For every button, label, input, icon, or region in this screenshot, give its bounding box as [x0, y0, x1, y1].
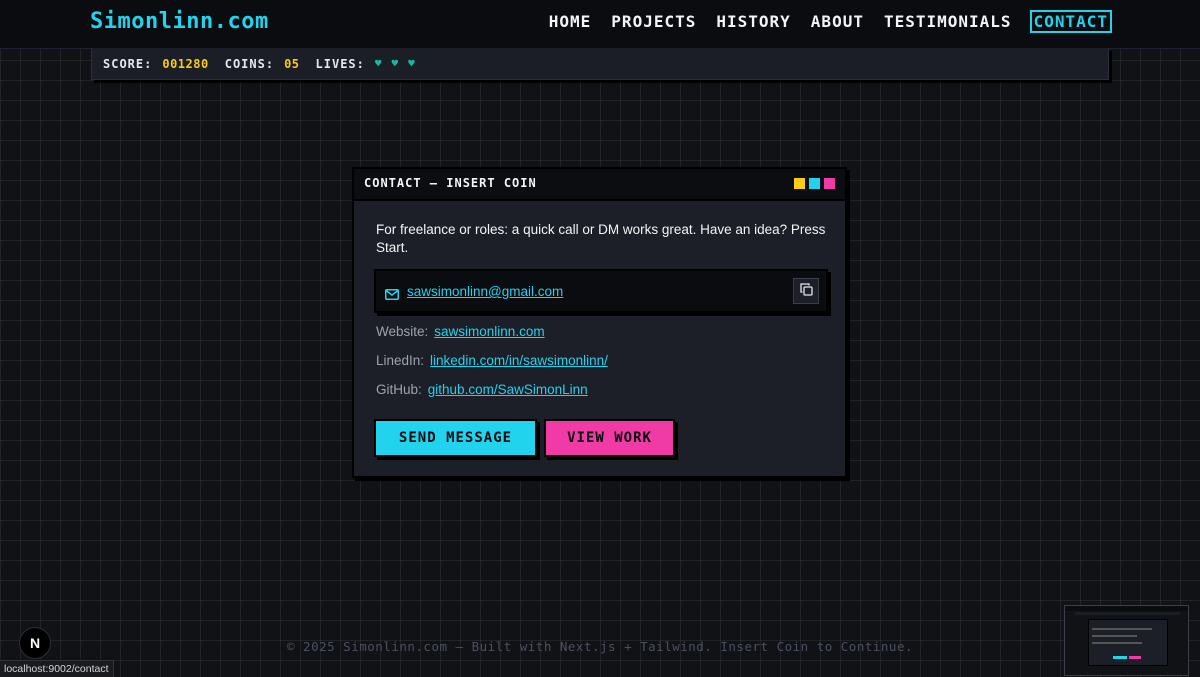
minimap-hud: [1075, 612, 1180, 615]
score-value: 001280: [162, 56, 209, 71]
lives-label: LIVES:: [315, 56, 365, 71]
window-dots: [794, 178, 835, 189]
score-label: SCORE:: [103, 56, 153, 71]
minimap-text-line: [1092, 642, 1142, 644]
nav-testimonials[interactable]: TESTIMONIALS: [882, 11, 1014, 33]
send-message-button[interactable]: SEND MESSAGE: [374, 419, 537, 457]
minimap-button: [1129, 656, 1141, 659]
mail-icon: [385, 285, 399, 304]
coins-value: 05: [284, 56, 300, 71]
main-nav: HOME PROJECTS HISTORY ABOUT TESTIMONIALS…: [547, 10, 1112, 33]
nav-home[interactable]: HOME: [547, 11, 594, 33]
minimap-text-line: [1092, 628, 1152, 630]
github-label: GitHub:: [376, 382, 422, 397]
page-minimap-thumbnail[interactable]: [1064, 605, 1189, 676]
minimap-text-line: [1092, 635, 1137, 637]
heart-icon: ♥: [391, 57, 399, 70]
view-work-button[interactable]: VIEW WORK: [544, 419, 675, 457]
linkedin-link[interactable]: linkedin.com/in/sawsimonlinn/: [430, 353, 608, 368]
window-dot-yellow: [794, 178, 805, 189]
linkedin-row: LinedIn: linkedin.com/in/sawsimonlinn/: [376, 353, 608, 368]
nav-about[interactable]: ABOUT: [809, 11, 866, 33]
game-hud: SCORE: 001280 COINS: 05 LIVES: ♥ ♥ ♥: [91, 48, 1109, 80]
nav-projects[interactable]: PROJECTS: [609, 11, 698, 33]
panel-header: CONTACT — INSERT COIN: [354, 169, 845, 201]
github-link[interactable]: github.com/SawSimonLinn: [428, 382, 588, 397]
heart-icon: ♥: [374, 57, 382, 70]
email-link[interactable]: sawsimonlinn@gmail.com: [407, 284, 563, 299]
site-logo[interactable]: Simonlinn.com: [90, 9, 269, 34]
footer-text: © 2025 Simonlinn.com — Built with Next.j…: [287, 639, 913, 654]
heart-icon: ♥: [408, 57, 415, 70]
window-dot-pink: [824, 178, 835, 189]
coins-label: COINS:: [224, 56, 275, 71]
nextjs-devtools-button[interactable]: N: [19, 627, 51, 659]
minimap-navbar: [1065, 606, 1188, 611]
top-navbar: Simonlinn.com HOME PROJECTS HISTORY ABOU…: [0, 0, 1200, 49]
website-label: Website:: [376, 324, 429, 339]
email-box: sawsimonlinn@gmail.com: [374, 269, 828, 313]
minimap-button: [1113, 656, 1127, 659]
website-row: Website: sawsimonlinn.com: [376, 324, 545, 339]
website-link[interactable]: sawsimonlinn.com: [434, 324, 544, 339]
nav-history[interactable]: HISTORY: [714, 11, 792, 33]
window-dot-cyan: [809, 178, 820, 189]
contact-panel: CONTACT — INSERT COIN For freelance or r…: [352, 167, 847, 478]
panel-title: CONTACT — INSERT COIN: [364, 176, 537, 190]
github-row: GitHub: github.com/SawSimonLinn: [376, 382, 588, 397]
linkedin-label: LinedIn:: [376, 353, 425, 368]
status-bar-url: localhost:9002/contact: [0, 660, 114, 677]
intro-text: For freelance or roles: a quick call or …: [376, 222, 826, 255]
copy-email-button[interactable]: [793, 278, 819, 304]
copy-icon: [799, 283, 813, 299]
nav-contact[interactable]: CONTACT: [1029, 10, 1112, 33]
